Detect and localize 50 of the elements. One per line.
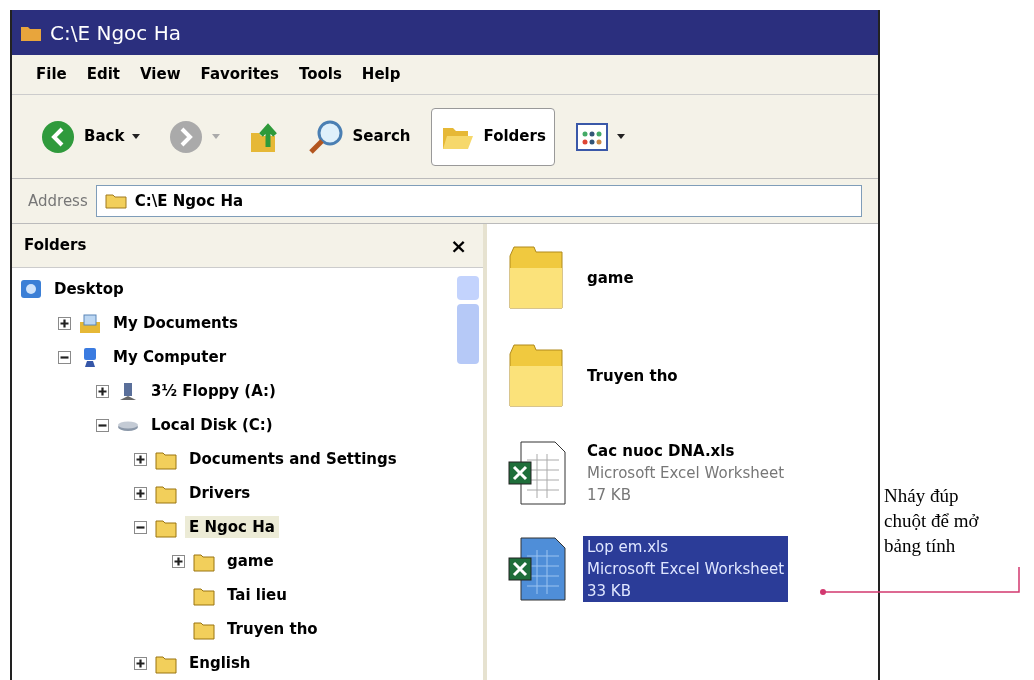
expand-icon[interactable] [58, 316, 71, 330]
dropdown-caret-icon [212, 134, 221, 139]
tree-item[interactable]: Truyen tho [223, 617, 322, 641]
window-title: C:\E Ngoc Ha [50, 19, 181, 47]
views-icon [574, 121, 609, 152]
menu-item[interactable]: Edit [86, 63, 120, 86]
tree-item[interactable]: E Ngoc Ha [185, 515, 279, 539]
expand-icon[interactable] [134, 452, 147, 466]
tree-item[interactable]: Documents and Settings [185, 447, 401, 471]
menu-item[interactable]: Help [361, 63, 401, 86]
pane-title: Folders [24, 235, 87, 257]
tree-item[interactable]: Desktop [50, 277, 128, 301]
tree-item[interactable]: Local Disk (C:) [147, 413, 277, 437]
spreadsheet-file-name[interactable]: Cac nuoc DNA.xls Microsoft Excel Worksheet 17 KB [583, 440, 789, 506]
expand-icon[interactable] [134, 656, 147, 670]
dropdown-caret-icon [132, 134, 141, 139]
tree-item[interactable]: Tai lieu [223, 583, 291, 607]
search-icon [308, 118, 345, 155]
expand-icon[interactable] [134, 486, 147, 500]
close-button[interactable]: × [446, 230, 471, 261]
search-button[interactable]: Search [300, 107, 419, 166]
folder-name[interactable]: Truyen tho [583, 365, 682, 387]
folder-name[interactable]: game [583, 267, 638, 289]
menu-item[interactable]: File [36, 63, 67, 86]
collapse-icon[interactable] [96, 418, 109, 432]
back-button[interactable]: Back [32, 107, 149, 166]
documents-folder-icon [79, 312, 101, 334]
expand-icon[interactable] [96, 384, 109, 398]
tree-item[interactable]: English [185, 651, 255, 675]
tree-item[interactable]: My Documents [109, 311, 242, 335]
menu-item[interactable]: View [140, 63, 181, 86]
desktop-icon [20, 278, 42, 300]
tree-item[interactable]: My Computer [109, 345, 231, 369]
spreadsheet-file-icon [507, 440, 567, 506]
collapse-icon[interactable] [134, 520, 147, 534]
tree-item[interactable]: Drivers [185, 481, 255, 505]
spreadsheet-file-icon [507, 536, 567, 602]
folder-icon [104, 193, 127, 209]
menu-item[interactable]: Favorites [200, 63, 279, 86]
tree-item[interactable]: 3½ Floppy (A:) [147, 379, 280, 403]
expand-icon[interactable] [172, 554, 185, 568]
folders-button[interactable]: Folders [430, 107, 555, 166]
dropdown-caret-icon [616, 134, 625, 139]
address-field[interactable]: C:\E Ngoc Ha [95, 185, 862, 217]
menu-item[interactable]: Tools [298, 63, 342, 86]
address-label: Address [28, 190, 88, 212]
annotation-text: Nháy đúp chuột để mở bảng tính [884, 484, 979, 558]
tree-item[interactable]: game [223, 549, 278, 573]
collapse-icon[interactable] [58, 350, 71, 364]
spreadsheet-file-name[interactable]: Lop em.xls Microsoft Excel Worksheet 33 KB [583, 536, 789, 602]
